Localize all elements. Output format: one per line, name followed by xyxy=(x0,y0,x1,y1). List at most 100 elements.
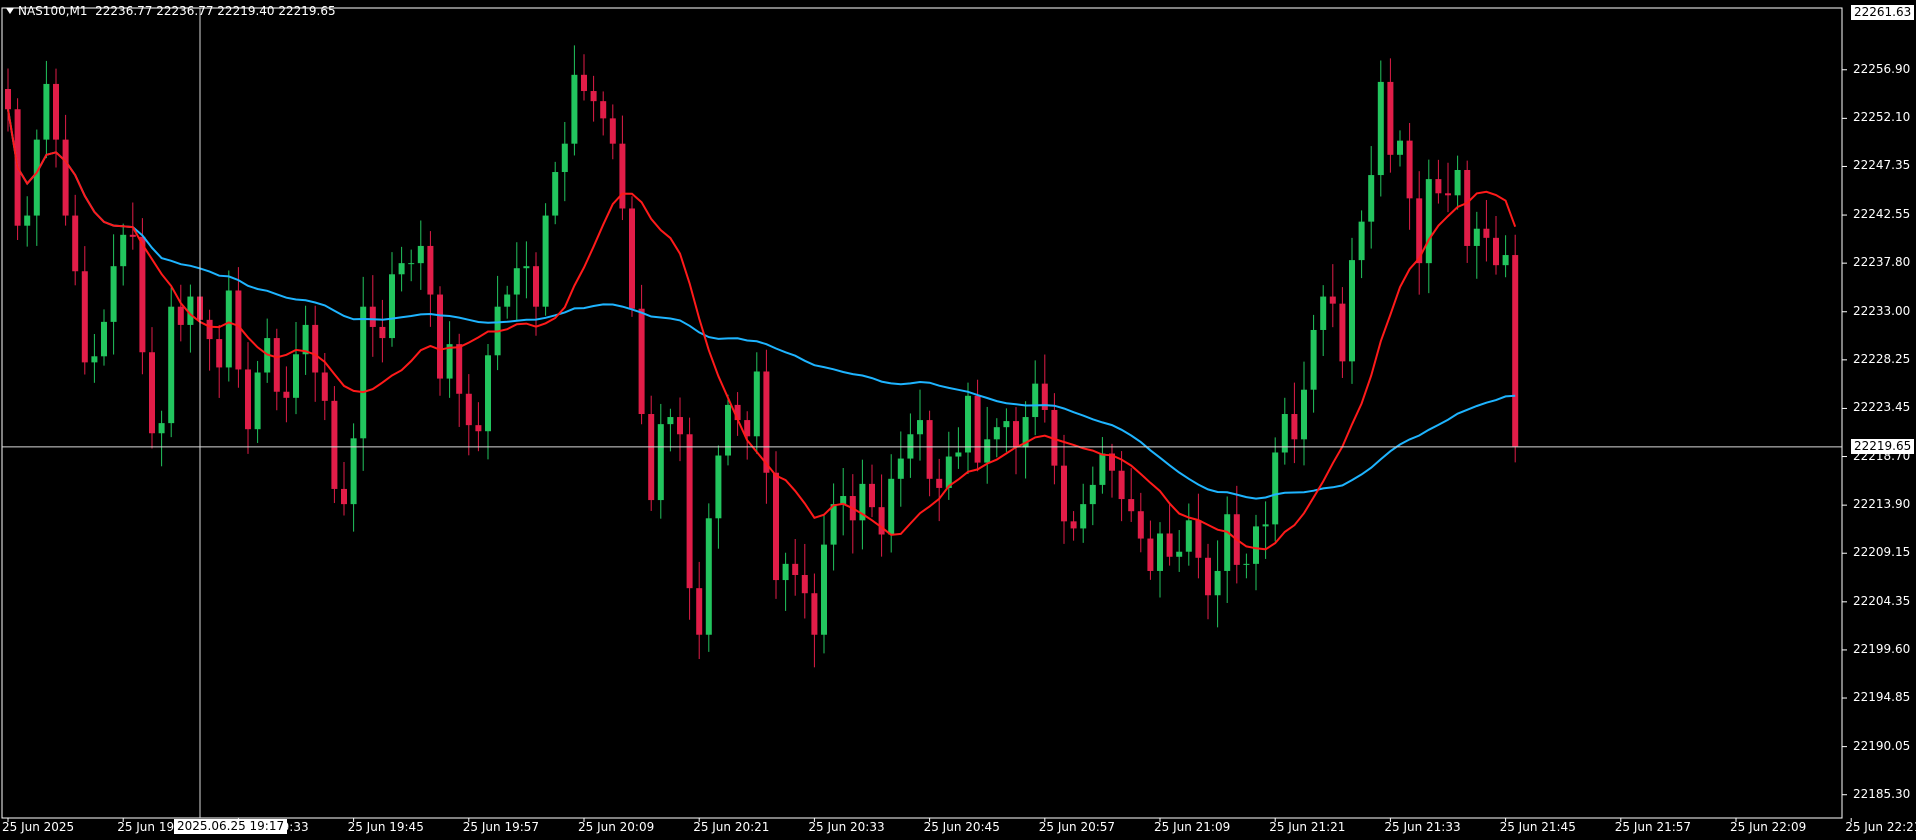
candle-body xyxy=(667,417,674,425)
candle-body xyxy=(216,339,223,368)
candle-body xyxy=(110,266,117,322)
candle-body xyxy=(427,245,434,295)
time-tick-label: 25 Jun 19:57 xyxy=(462,820,540,834)
candle-body xyxy=(1205,557,1211,596)
candle-body xyxy=(1445,193,1451,196)
candle-body xyxy=(581,74,587,92)
ma-fast-line xyxy=(7,109,1517,551)
candle-body xyxy=(446,344,453,379)
candle-body xyxy=(360,306,367,439)
candle-body xyxy=(542,215,549,307)
candle-body xyxy=(878,507,885,535)
candle-body xyxy=(341,488,347,505)
candle-body xyxy=(1166,533,1173,557)
candle-body xyxy=(1157,533,1163,571)
candle-body xyxy=(926,420,933,479)
candle-body xyxy=(936,478,943,488)
ohlc-values: 22236.77 22236.77 22219.40 22219.65 xyxy=(95,4,336,18)
candle-body xyxy=(1291,414,1298,440)
candle-body xyxy=(705,518,712,635)
candle-body xyxy=(504,294,511,307)
price-tick-label: 22185.30 xyxy=(1853,786,1911,801)
candle-body xyxy=(129,234,136,237)
time-tick-label: 25 Jun 22:21 xyxy=(1845,820,1916,834)
time-tick-label: 25 Jun 20:21 xyxy=(693,820,770,834)
candle-body xyxy=(638,308,645,415)
candle-body xyxy=(1483,228,1490,238)
candle-body xyxy=(1435,179,1442,194)
candle-body xyxy=(1118,470,1125,500)
time-tick-label: 25 Jun 21:45 xyxy=(1499,820,1576,834)
candle-body xyxy=(974,395,981,463)
candle-body xyxy=(513,268,520,295)
candle-body xyxy=(1032,383,1039,418)
candle-body xyxy=(897,458,904,479)
candle-body xyxy=(1013,421,1019,448)
candle-body xyxy=(235,290,242,370)
time-tick-label: 25 Jun 22:09 xyxy=(1730,820,1807,834)
time-tick-label: 25 Jun 21:33 xyxy=(1384,820,1461,834)
candle-body xyxy=(1214,570,1221,596)
candle-body xyxy=(917,420,923,435)
candle-body xyxy=(888,478,895,535)
candle-body xyxy=(590,91,597,102)
price-tick-label: 22237.80 xyxy=(1853,255,1911,270)
candle-body xyxy=(561,143,568,173)
candle-body xyxy=(206,319,213,340)
candle-body xyxy=(475,425,482,432)
candle-body xyxy=(456,344,463,394)
candle-body xyxy=(158,423,165,434)
candle-body xyxy=(33,139,40,216)
candle-body xyxy=(1397,140,1403,155)
candle-body xyxy=(1080,504,1087,529)
top-price-tag: 22261.63 xyxy=(1851,5,1915,20)
collapse-triangle-icon[interactable] xyxy=(6,7,14,14)
candle-body xyxy=(811,593,818,635)
candle-body xyxy=(609,118,616,144)
candle-body xyxy=(1377,81,1384,176)
time-tick-label: 25 Jun 21:57 xyxy=(1614,820,1692,834)
candle-body xyxy=(552,172,559,216)
crosshair-time-tag: 2025.06.25 19:17 xyxy=(174,819,288,834)
candle-body xyxy=(1147,538,1154,571)
candle-body xyxy=(782,563,789,581)
candle-body xyxy=(465,393,472,426)
candle-body xyxy=(408,263,415,265)
chart-window[interactable]: NAS100,M1 22236.77 22236.77 22219.40 222… xyxy=(0,0,1916,840)
symbol-header: NAS100,M1 22236.77 22236.77 22219.40 222… xyxy=(6,4,336,18)
candle-body xyxy=(91,356,98,363)
candle-body xyxy=(1185,520,1192,552)
candle-body xyxy=(24,215,31,226)
candle-body xyxy=(81,271,88,363)
time-tick-label: 25 Jun 21:09 xyxy=(1154,820,1231,834)
candle-body xyxy=(686,434,693,589)
candle-body xyxy=(1224,514,1231,571)
candle-body xyxy=(485,355,491,432)
candle-body xyxy=(657,424,664,501)
time-tick-label: 25 Jun 2025 xyxy=(2,820,75,834)
price-tick-label: 22199.60 xyxy=(1853,641,1911,656)
candle-body xyxy=(398,263,405,275)
price-chart[interactable] xyxy=(0,0,1916,840)
candle-body xyxy=(571,74,578,144)
candle-body xyxy=(993,427,1000,440)
candle-body xyxy=(619,143,626,209)
candle-body xyxy=(677,417,683,435)
candle-body xyxy=(379,326,386,339)
candle-body xyxy=(869,483,875,508)
candle-body xyxy=(1464,170,1471,246)
candle-body xyxy=(1502,255,1509,266)
candle-body xyxy=(1473,228,1480,246)
candle-body xyxy=(763,371,770,473)
price-tick-label: 22190.05 xyxy=(1853,738,1911,753)
candle-body xyxy=(331,400,338,489)
candle-body xyxy=(1358,221,1365,261)
candle-body xyxy=(5,89,11,110)
candle-body xyxy=(1253,526,1259,564)
price-tick-label: 22247.35 xyxy=(1853,158,1911,173)
candle-body xyxy=(293,354,299,398)
candle-body xyxy=(283,391,290,398)
candle-body xyxy=(1099,453,1106,485)
candle-body xyxy=(1301,389,1307,440)
candle-body xyxy=(1339,303,1346,362)
